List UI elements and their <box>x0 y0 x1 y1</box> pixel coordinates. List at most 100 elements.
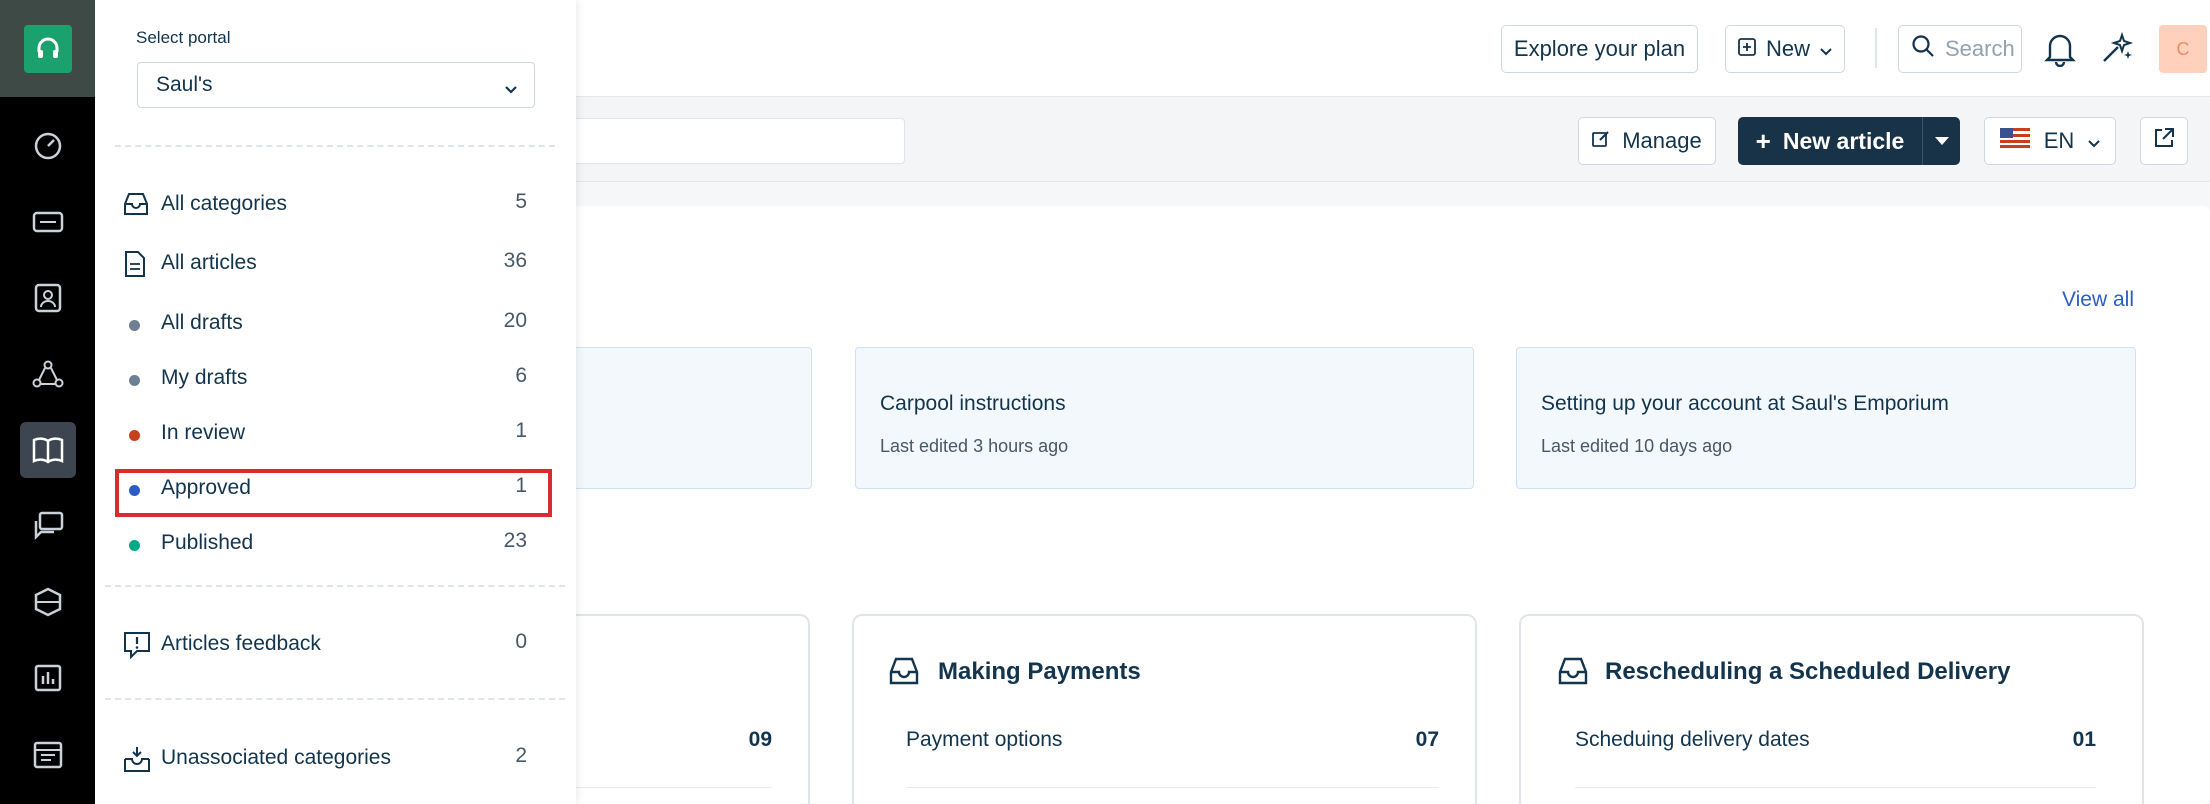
status-dot <box>129 320 140 331</box>
chevron-down-icon <box>2088 128 2100 154</box>
product-logo-wrap[interactable] <box>0 0 95 97</box>
language-selector[interactable]: EN <box>1984 117 2116 165</box>
reports-icon[interactable] <box>20 650 76 706</box>
status-dot <box>129 540 140 551</box>
folder-name: Payment options <box>906 728 1063 751</box>
nav-item-label: Articles feedback <box>161 632 321 655</box>
nav-item-count: 2 <box>515 744 527 767</box>
caret-down-icon <box>1934 132 1949 150</box>
plus-icon: + <box>1755 126 1771 156</box>
user-avatar[interactable]: C <box>2159 25 2207 73</box>
chevron-down-icon <box>504 77 518 101</box>
dashboard-icon[interactable] <box>20 118 76 174</box>
left-rail <box>0 0 95 804</box>
new-article-dropdown-button[interactable] <box>1922 117 1960 165</box>
articles-search-input[interactable] <box>560 118 905 164</box>
search-placeholder: Search <box>1945 36 2015 61</box>
nav-item-count: 5 <box>515 190 527 213</box>
nav-item-label: Unassociated categories <box>161 746 391 769</box>
nav-item-label: In review <box>161 421 246 444</box>
contacts-icon[interactable] <box>20 270 76 326</box>
recent-article-card[interactable]: Carpool instructions Last edited 3 hours… <box>855 347 1474 489</box>
status-dot <box>129 375 140 386</box>
folder-article-count: 07 <box>1415 728 1439 751</box>
category-title: Making Payments <box>938 658 1141 685</box>
recent-article-edited: Last edited 10 days ago <box>1541 436 1733 456</box>
inbox-icon <box>123 191 149 222</box>
nav-item-count: 0 <box>515 630 527 653</box>
nav-item-count: 23 <box>503 529 527 552</box>
document-icon <box>123 250 147 283</box>
inbox-icon <box>1557 656 1589 691</box>
explore-plan-button[interactable]: Explore your plan <box>1501 25 1698 73</box>
us-flag-icon <box>1999 128 2030 154</box>
view-all-link[interactable]: View all <box>2062 288 2134 312</box>
nav-item-articles-feedback[interactable]: Articles feedback 0 <box>123 622 539 668</box>
nav-item-label: My drafts <box>161 366 248 389</box>
nav-item-count: 6 <box>515 364 527 387</box>
recent-article-edited: Last edited 3 hours ago <box>880 436 1069 456</box>
status-dot <box>129 430 140 441</box>
category-folder-row[interactable]: Payment options 07 <box>906 728 1439 788</box>
nav-item-all-articles[interactable]: All articles 36 <box>123 241 539 287</box>
panel-divider <box>115 145 555 147</box>
notifications-bell-icon[interactable] <box>2044 31 2076 72</box>
recent-article-card[interactable]: Setting up your account at Saul's Empori… <box>1516 347 2136 489</box>
nav-item-published[interactable]: Published 23 <box>123 521 539 567</box>
portal-select-value: Saul's <box>156 73 213 96</box>
recent-article-title: Carpool instructions <box>880 392 1066 415</box>
nav-item-count: 20 <box>503 309 527 332</box>
category-title: Rescheduling a Scheduled Delivery <box>1605 658 2011 685</box>
search-button[interactable]: Search <box>1898 25 2022 73</box>
nav-item-label: Published <box>161 531 254 554</box>
edit-icon <box>1592 128 1610 154</box>
nav-item-all-drafts[interactable]: All drafts 20 <box>123 301 539 347</box>
inbox-download-icon <box>123 745 151 778</box>
nav-item-count: 1 <box>515 419 527 442</box>
nav-item-in-review[interactable]: In review 1 <box>123 411 539 457</box>
new-button[interactable]: New <box>1725 25 1845 73</box>
select-portal-label: Select portal <box>136 28 231 47</box>
folder-article-count: 09 <box>748 728 772 751</box>
nav-item-count: 36 <box>503 249 527 272</box>
header-divider <box>1875 28 1877 68</box>
panel-divider <box>105 698 565 700</box>
new-button-label: New <box>1765 36 1810 61</box>
nav-item-unassociated-categories[interactable]: Unassociated categories 2 <box>123 736 539 782</box>
assets-icon[interactable] <box>20 574 76 630</box>
ai-sparkle-icon[interactable] <box>2100 31 2134 70</box>
selection-highlight <box>115 469 552 517</box>
language-label: EN <box>2043 128 2075 153</box>
nav-item-label: All articles <box>161 251 257 274</box>
knowledge-base-icon[interactable] <box>20 422 76 478</box>
portal-navigation-panel: Select portal Saul's All categories 5 Al… <box>95 0 576 804</box>
panel-divider <box>105 585 565 587</box>
nav-item-label: All drafts <box>161 311 243 334</box>
portal-select[interactable]: Saul's <box>137 62 535 108</box>
category-card[interactable]: Making Payments Payment options 07 <box>852 614 1477 804</box>
search-icon <box>1911 34 1935 64</box>
headset-logo-icon <box>23 24 72 73</box>
category-folder-row[interactable]: Scheduing delivery dates 01 <box>1575 728 2096 788</box>
nav-item-label: All categories <box>161 192 288 215</box>
new-article-button[interactable]: + New article <box>1738 117 1922 165</box>
calendar-icon[interactable] <box>20 726 76 782</box>
nav-item-my-drafts[interactable]: My drafts 6 <box>123 356 539 402</box>
conversations-icon[interactable] <box>20 498 76 554</box>
recent-article-title: Setting up your account at Saul's Empori… <box>1541 392 1949 415</box>
manage-label: Manage <box>1622 128 1702 153</box>
manage-button[interactable]: Manage <box>1578 117 1716 165</box>
folder-name: Scheduing delivery dates <box>1575 728 1810 751</box>
groups-icon[interactable] <box>20 346 76 402</box>
open-portal-button[interactable] <box>2140 117 2188 165</box>
avatar-initial: C <box>2176 38 2190 59</box>
new-article-label: New article <box>1782 127 1905 154</box>
external-link-icon <box>2153 127 2175 155</box>
feedback-icon <box>123 631 151 664</box>
folder-article-count: 01 <box>2072 728 2096 751</box>
category-card[interactable]: Rescheduling a Scheduled Delivery Schedu… <box>1519 614 2144 804</box>
chevron-down-icon <box>1820 36 1832 62</box>
nav-item-all-categories[interactable]: All categories 5 <box>123 182 539 228</box>
plus-square-icon <box>1738 36 1756 62</box>
tickets-icon[interactable] <box>20 194 76 250</box>
